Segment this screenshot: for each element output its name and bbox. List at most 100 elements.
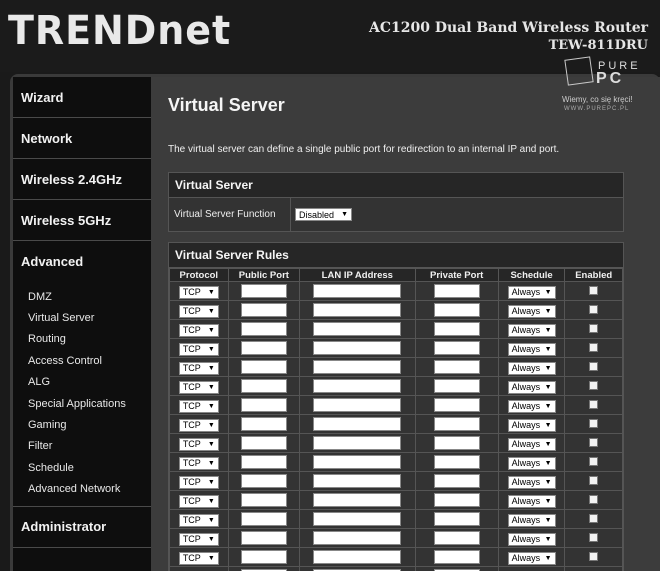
public-port-input[interactable] [240, 511, 287, 526]
public-port-input[interactable] [240, 492, 287, 507]
public-port-input[interactable] [240, 473, 287, 488]
enabled-checkbox[interactable] [589, 438, 599, 448]
protocol-select[interactable]: TCP ▼ [178, 456, 219, 470]
protocol-select[interactable]: TCP ▼ [178, 513, 219, 527]
protocol-select[interactable]: TCP ▼ [178, 285, 219, 299]
submenu-item-dmz[interactable]: DMZ [13, 286, 151, 307]
enabled-checkbox[interactable] [589, 514, 599, 524]
protocol-select[interactable]: TCP ▼ [178, 380, 219, 394]
private-port-input[interactable] [433, 302, 480, 317]
lan-ip-input[interactable] [313, 416, 402, 431]
submenu-item-special-applications[interactable]: Special Applications [13, 393, 151, 414]
enabled-checkbox[interactable] [589, 305, 599, 315]
private-port-input[interactable] [433, 473, 480, 488]
enabled-checkbox[interactable] [589, 343, 599, 353]
schedule-select[interactable]: Always ▼ [507, 551, 556, 565]
public-port-input[interactable] [240, 359, 287, 374]
schedule-select[interactable]: Always ▼ [507, 380, 556, 394]
protocol-select[interactable]: TCP ▼ [178, 494, 219, 508]
private-port-input[interactable] [433, 397, 480, 412]
public-port-input[interactable] [240, 530, 287, 545]
lan-ip-input[interactable] [313, 302, 402, 317]
schedule-select[interactable]: Always ▼ [507, 475, 556, 489]
protocol-select[interactable]: TCP ▼ [178, 418, 219, 432]
protocol-select[interactable]: TCP ▼ [178, 437, 219, 451]
protocol-select[interactable]: TCP ▼ [178, 342, 219, 356]
submenu-item-advanced-network[interactable]: Advanced Network [13, 479, 151, 500]
sidebar-item-administrator[interactable]: Administrator [13, 505, 151, 548]
public-port-input[interactable] [240, 378, 287, 393]
enabled-checkbox[interactable] [589, 457, 599, 467]
lan-ip-input[interactable] [313, 340, 402, 355]
public-port-input[interactable] [240, 321, 287, 336]
protocol-select[interactable]: TCP ▼ [178, 475, 219, 489]
schedule-select[interactable]: Always ▼ [507, 456, 556, 470]
public-port-input[interactable] [240, 435, 287, 450]
lan-ip-input[interactable] [313, 549, 402, 564]
enabled-checkbox[interactable] [589, 495, 599, 505]
sidebar-item-advanced[interactable]: Advanced [13, 241, 159, 282]
public-port-input[interactable] [240, 549, 287, 564]
schedule-select[interactable]: Always ▼ [507, 494, 556, 508]
private-port-input[interactable] [433, 454, 480, 469]
submenu-item-alg[interactable]: ALG [13, 372, 151, 393]
schedule-select[interactable]: Always ▼ [507, 399, 556, 413]
sidebar-item-wireless-24ghz[interactable]: Wireless 2.4GHz [13, 159, 151, 200]
submenu-item-schedule[interactable]: Schedule [13, 457, 151, 478]
lan-ip-input[interactable] [313, 378, 402, 393]
schedule-select[interactable]: Always ▼ [507, 285, 556, 299]
enabled-checkbox[interactable] [589, 362, 599, 372]
enabled-checkbox[interactable] [589, 324, 599, 334]
schedule-select[interactable]: Always ▼ [507, 323, 556, 337]
protocol-select[interactable]: TCP ▼ [178, 361, 219, 375]
virtual-server-function-select[interactable]: Disabled ▼ [295, 208, 352, 221]
lan-ip-input[interactable] [313, 473, 402, 488]
private-port-input[interactable] [433, 511, 480, 526]
submenu-item-routing[interactable]: Routing [13, 329, 151, 350]
protocol-select[interactable]: TCP ▼ [178, 323, 219, 337]
public-port-input[interactable] [240, 416, 287, 431]
protocol-select[interactable]: TCP ▼ [178, 532, 219, 546]
schedule-select[interactable]: Always ▼ [507, 304, 556, 318]
public-port-input[interactable] [240, 454, 287, 469]
lan-ip-input[interactable] [313, 397, 402, 412]
lan-ip-input[interactable] [313, 530, 402, 545]
public-port-input[interactable] [240, 283, 287, 298]
submenu-item-gaming[interactable]: Gaming [13, 414, 151, 435]
enabled-checkbox[interactable] [589, 552, 599, 562]
private-port-input[interactable] [433, 283, 480, 298]
enabled-checkbox[interactable] [589, 286, 599, 296]
sidebar-item-network[interactable]: Network [13, 118, 151, 159]
lan-ip-input[interactable] [313, 359, 402, 374]
protocol-select[interactable]: TCP ▼ [178, 304, 219, 318]
private-port-input[interactable] [433, 416, 480, 431]
enabled-checkbox[interactable] [589, 419, 599, 429]
enabled-checkbox[interactable] [589, 400, 599, 410]
schedule-select[interactable]: Always ▼ [507, 361, 556, 375]
private-port-input[interactable] [433, 321, 480, 336]
lan-ip-input[interactable] [313, 321, 402, 336]
lan-ip-input[interactable] [313, 454, 402, 469]
public-port-input[interactable] [240, 302, 287, 317]
lan-ip-input[interactable] [313, 511, 402, 526]
submenu-item-virtual-server[interactable]: Virtual Server [13, 307, 151, 328]
protocol-select[interactable]: TCP ▼ [178, 399, 219, 413]
private-port-input[interactable] [433, 378, 480, 393]
private-port-input[interactable] [433, 549, 480, 564]
protocol-select[interactable]: TCP ▼ [178, 551, 219, 565]
submenu-item-filter[interactable]: Filter [13, 436, 151, 457]
schedule-select[interactable]: Always ▼ [507, 532, 556, 546]
private-port-input[interactable] [433, 492, 480, 507]
sidebar-item-wizard[interactable]: Wizard [13, 77, 151, 118]
lan-ip-input[interactable] [313, 492, 402, 507]
private-port-input[interactable] [433, 530, 480, 545]
schedule-select[interactable]: Always ▼ [507, 513, 556, 527]
public-port-input[interactable] [240, 340, 287, 355]
private-port-input[interactable] [433, 435, 480, 450]
private-port-input[interactable] [433, 340, 480, 355]
lan-ip-input[interactable] [313, 435, 402, 450]
submenu-item-access-control[interactable]: Access Control [13, 350, 151, 371]
enabled-checkbox[interactable] [589, 476, 599, 486]
enabled-checkbox[interactable] [589, 533, 599, 543]
private-port-input[interactable] [433, 359, 480, 374]
